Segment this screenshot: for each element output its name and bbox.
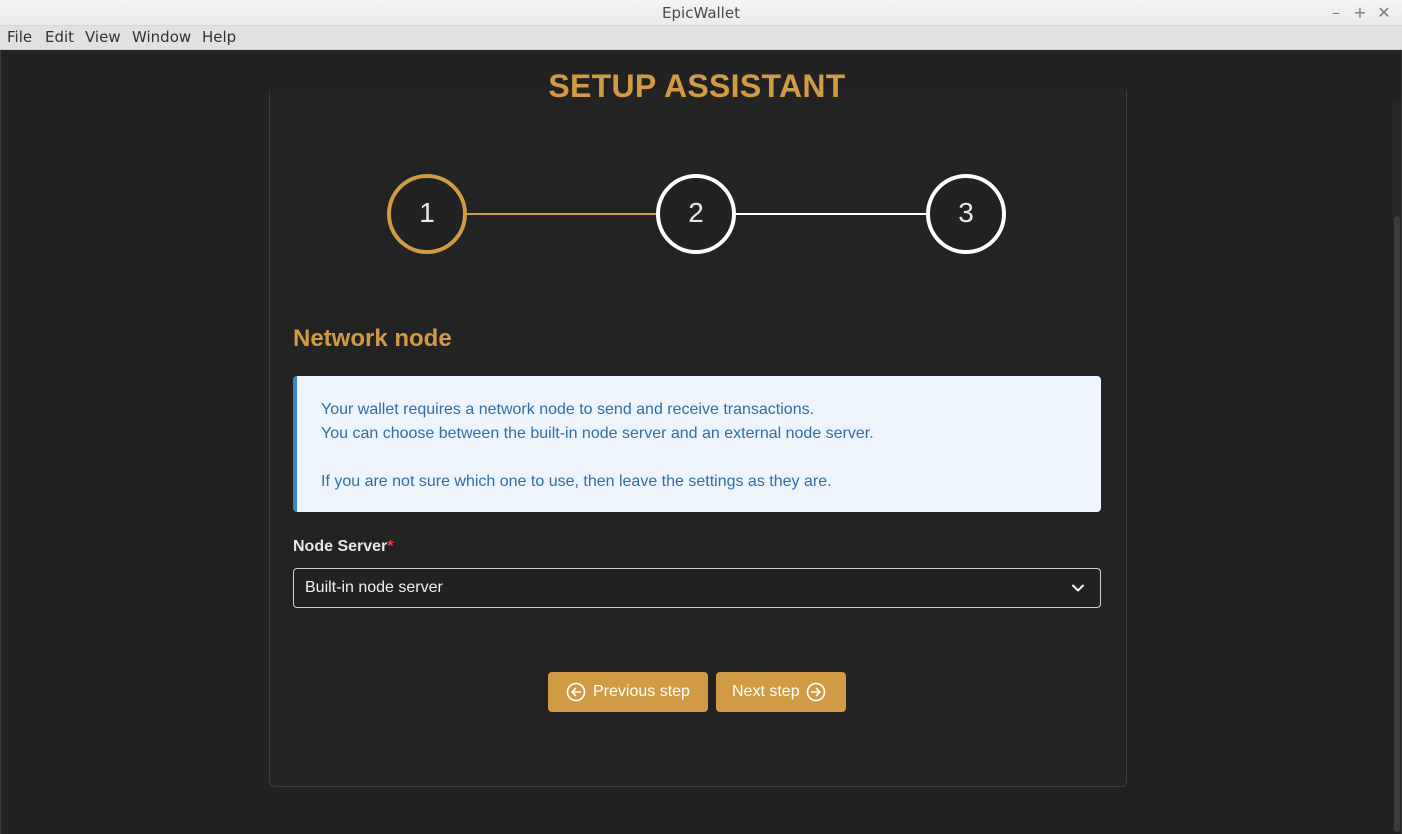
arrow-left-circle-icon	[566, 682, 586, 702]
menu-edit[interactable]: Edit	[45, 26, 74, 49]
required-asterisk: *	[387, 538, 394, 555]
arrow-right-circle-icon	[806, 682, 826, 702]
info-line-1: Your wallet requires a network node to s…	[321, 401, 815, 418]
node-server-label-text: Node Server	[293, 538, 388, 555]
menu-window[interactable]: Window	[132, 26, 191, 49]
minimize-button[interactable]: –	[1327, 3, 1345, 23]
node-server-selected-value: Built-in node server	[305, 579, 443, 596]
previous-step-button[interactable]: Previous step	[548, 672, 708, 712]
window-titlebar: EpicWallet – + ✕	[0, 0, 1402, 26]
vertical-scrollbar[interactable]	[1393, 102, 1401, 832]
node-server-label: Node Server*	[293, 538, 394, 556]
step-1-indicator: 1	[387, 174, 467, 254]
next-step-label: Next step	[732, 683, 800, 700]
window-title: EpicWallet	[662, 4, 740, 22]
close-button[interactable]: ✕	[1375, 3, 1393, 23]
previous-step-label: Previous step	[593, 683, 690, 700]
next-step-button[interactable]: Next step	[716, 672, 846, 712]
info-line-2: You can choose between the built-in node…	[321, 425, 874, 442]
menu-help[interactable]: Help	[202, 26, 236, 49]
section-title: Network node	[293, 325, 452, 352]
node-server-select[interactable]: Built-in node server	[293, 568, 1101, 608]
menu-bar: File Edit View Window Help	[0, 26, 1402, 50]
info-alert: Your wallet requires a network node to s…	[293, 376, 1101, 512]
page-title: SETUP ASSISTANT	[548, 68, 846, 104]
menu-view[interactable]: View	[85, 26, 121, 49]
step-2-indicator: 2	[656, 174, 736, 254]
stepper-connector-1	[466, 213, 658, 215]
menu-file[interactable]: File	[7, 26, 32, 49]
chevron-down-icon	[1072, 584, 1084, 592]
maximize-button[interactable]: +	[1351, 3, 1369, 23]
stepper-connector-2	[736, 213, 928, 215]
info-line-3: If you are not sure which one to use, th…	[321, 473, 832, 490]
scrollbar-thumb[interactable]	[1394, 216, 1400, 832]
step-3-indicator: 3	[926, 174, 1006, 254]
